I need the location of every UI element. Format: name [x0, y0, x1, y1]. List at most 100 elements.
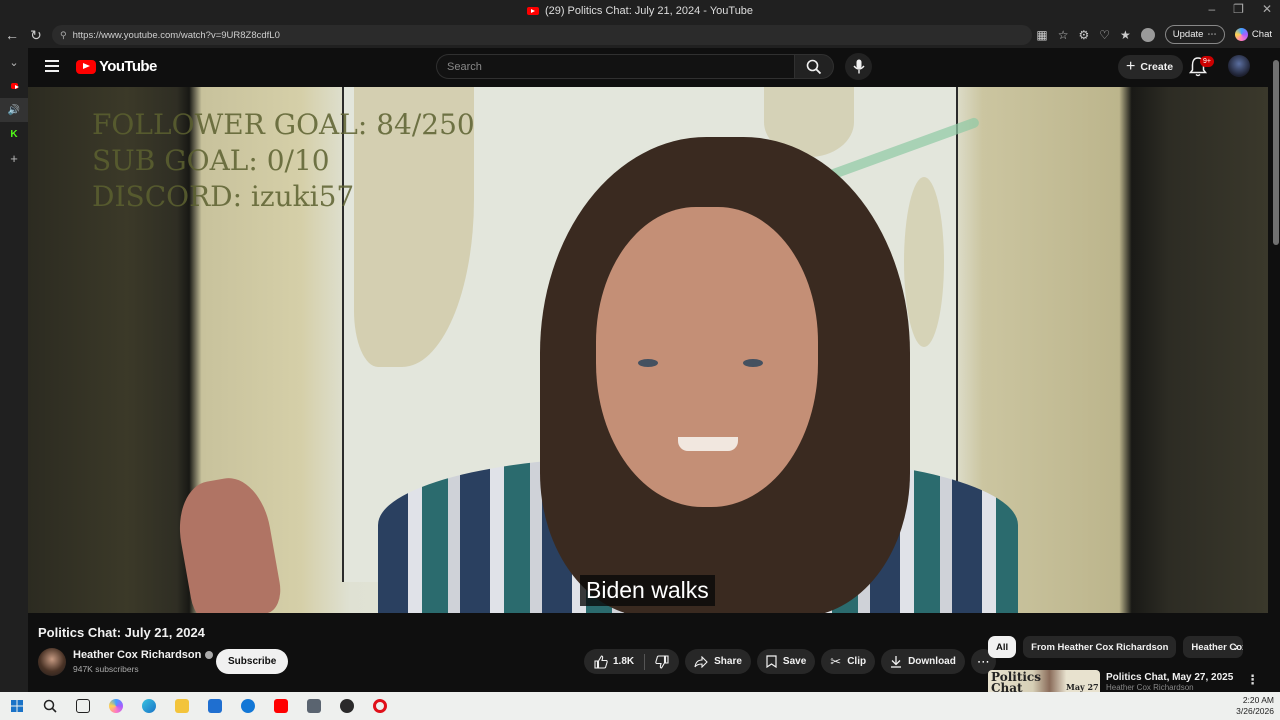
subscribe-button[interactable]: Subscribe	[216, 649, 289, 674]
save-button[interactable]: Save	[756, 649, 816, 674]
youtube-tab-icon	[10, 83, 19, 89]
search-button[interactable]	[794, 54, 834, 79]
rec-title[interactable]: Politics Chat, May 27, 2025	[1106, 672, 1233, 683]
system-clock[interactable]: 2:20 AM 3/26/2026	[1236, 695, 1274, 717]
address-bar-row: ← ↻ ⚲ https://www.youtube.com/watch?v=9U…	[0, 22, 1280, 48]
profile-avatar[interactable]	[1140, 27, 1155, 42]
rec-item[interactable]: Politics Chat May 27 Politics Chat, May …	[988, 670, 1233, 692]
back-icon[interactable]: ←	[0, 23, 24, 47]
voice-search-button[interactable]	[845, 53, 872, 80]
rec-thumb-text: Politics Chat	[991, 670, 1041, 692]
update-button[interactable]: Update ⋯	[1164, 25, 1225, 44]
video-hand	[171, 472, 285, 613]
chevron-right-icon[interactable]: ›	[1234, 639, 1238, 654]
notification-badge: 9+	[1200, 56, 1214, 67]
video-mouth	[678, 437, 738, 451]
outlook-icon[interactable]	[231, 692, 264, 720]
site-info-icon[interactable]: ⚲	[60, 30, 67, 41]
download-label: Download	[908, 656, 956, 667]
video-eye-right	[743, 359, 763, 367]
clock-time: 2:20 AM	[1242, 695, 1274, 705]
thumbs-up-icon	[594, 654, 608, 669]
sidebar-audio-tab[interactable]: 🔊	[0, 98, 28, 122]
obs-icon[interactable]	[330, 692, 363, 720]
task-view-icon[interactable]	[66, 692, 99, 720]
copilot-chat-button[interactable]: Chat	[1234, 28, 1272, 41]
rec-more-icon[interactable]: ⋮	[1246, 672, 1259, 688]
share-button[interactable]: Share	[685, 649, 751, 674]
dislike-button[interactable]	[645, 649, 679, 674]
channel-avatar[interactable]	[38, 648, 66, 676]
copilot-icon	[1234, 28, 1248, 41]
masthead: YouTube + Create 9+	[28, 48, 1280, 86]
start-icon[interactable]	[0, 692, 33, 720]
create-button[interactable]: + Create	[1118, 55, 1184, 79]
add-tab-icon[interactable]: +	[0, 146, 28, 170]
share-icon	[694, 655, 708, 668]
search-box	[436, 54, 794, 79]
clip-button[interactable]: ✂ Clip	[821, 649, 876, 674]
menu-icon[interactable]	[45, 60, 59, 72]
channel-name[interactable]: Heather Cox Richardson	[73, 649, 214, 661]
overlay-follower-goal: FOLLOWER GOAL: 84/250	[92, 108, 475, 141]
sidebar-youtube-tab[interactable]	[0, 74, 28, 98]
update-label: Update	[1172, 29, 1204, 40]
bookmark-icon	[766, 655, 777, 668]
sidebar-kick-tab[interactable]: K	[0, 122, 28, 146]
window-controls: – ❐ ✕	[1208, 2, 1272, 16]
taskbar-search-icon[interactable]	[33, 692, 66, 720]
plus-icon: +	[1126, 58, 1136, 75]
opera-icon[interactable]	[363, 692, 396, 720]
close-icon[interactable]: ✕	[1262, 2, 1272, 16]
youtube-logo-icon	[76, 59, 96, 74]
tab-title: (29) Politics Chat: July 21, 2024 - YouT…	[526, 5, 753, 17]
file-explorer-icon[interactable]	[165, 692, 198, 720]
favorites-icon[interactable]: ★	[1120, 28, 1131, 42]
performance-icon[interactable]: ♡	[1099, 28, 1110, 42]
logo-text: YouTube	[99, 58, 157, 75]
like-count: 1.8K	[613, 656, 635, 667]
download-icon	[891, 656, 902, 668]
restore-icon[interactable]: ❐	[1233, 2, 1244, 16]
favorite-star-icon[interactable]: ☆	[1058, 28, 1069, 42]
url-text: https://www.youtube.com/watch?v=9UR8Z8cd…	[72, 29, 280, 41]
video-player[interactable]: FOLLOWER GOAL: 84/250 SUB GOAL: 0/10 DIS…	[28, 87, 1268, 613]
refresh-icon[interactable]: ↻	[24, 23, 48, 47]
account-avatar[interactable]	[1228, 55, 1250, 77]
extensions-icon[interactable]: ⚙	[1078, 28, 1089, 42]
youtube-page: YouTube + Create 9+	[28, 48, 1280, 692]
clock-date: 3/26/2026	[1236, 706, 1274, 716]
search-input[interactable]	[447, 60, 794, 73]
apps-icon[interactable]: ▦	[1036, 28, 1047, 42]
youtube-app-icon[interactable]	[264, 692, 297, 720]
copilot-taskbar-icon[interactable]	[99, 692, 132, 720]
url-field[interactable]: ⚲ https://www.youtube.com/watch?v=9UR8Z8…	[52, 25, 1032, 45]
collapse-chevron-icon[interactable]: ⌄	[0, 50, 28, 74]
chip-from-channel[interactable]: From Heather Cox Richardson	[1023, 636, 1177, 658]
search-icon	[806, 59, 822, 74]
video-actions: 1.8K Share Save ✂ Clip Download ⋯	[584, 649, 996, 674]
more-dots-icon: ⋯	[1207, 29, 1217, 40]
toolbar-icons: ▦ ☆ ⚙ ♡ ★ Update ⋯ Chat	[1036, 25, 1272, 44]
chip-all[interactable]: All	[988, 636, 1017, 658]
minimize-icon[interactable]: –	[1208, 2, 1215, 16]
app-icon-generic[interactable]	[297, 692, 330, 720]
rec-thumbnail[interactable]: Politics Chat May 27	[988, 670, 1100, 692]
youtube-logo[interactable]: YouTube	[76, 58, 157, 75]
download-button[interactable]: Download	[881, 649, 965, 674]
edge-icon[interactable]	[132, 692, 165, 720]
closed-caption: Biden walks	[580, 575, 715, 606]
browser-titlebar: (29) Politics Chat: July 21, 2024 - YouT…	[0, 0, 1280, 22]
like-dislike-group: 1.8K	[584, 649, 680, 674]
overlay-discord: DISCORD: izuki57	[92, 180, 355, 213]
youtube-favicon-icon	[526, 7, 539, 15]
scissors-icon: ✂	[830, 653, 842, 669]
stream-overlay-text: FOLLOWER GOAL: 84/250 SUB GOAL: 0/10 DIS…	[92, 107, 475, 215]
share-label: Share	[714, 656, 742, 667]
overlay-sub-goal: SUB GOAL: 0/10	[92, 144, 330, 177]
clip-label: Clip	[847, 656, 867, 667]
like-button[interactable]: 1.8K	[584, 649, 644, 674]
browser-sidebar: ⌄ 🔊 K +	[0, 48, 28, 692]
scrollbar-thumb[interactable]	[1273, 60, 1279, 245]
store-icon[interactable]	[198, 692, 231, 720]
